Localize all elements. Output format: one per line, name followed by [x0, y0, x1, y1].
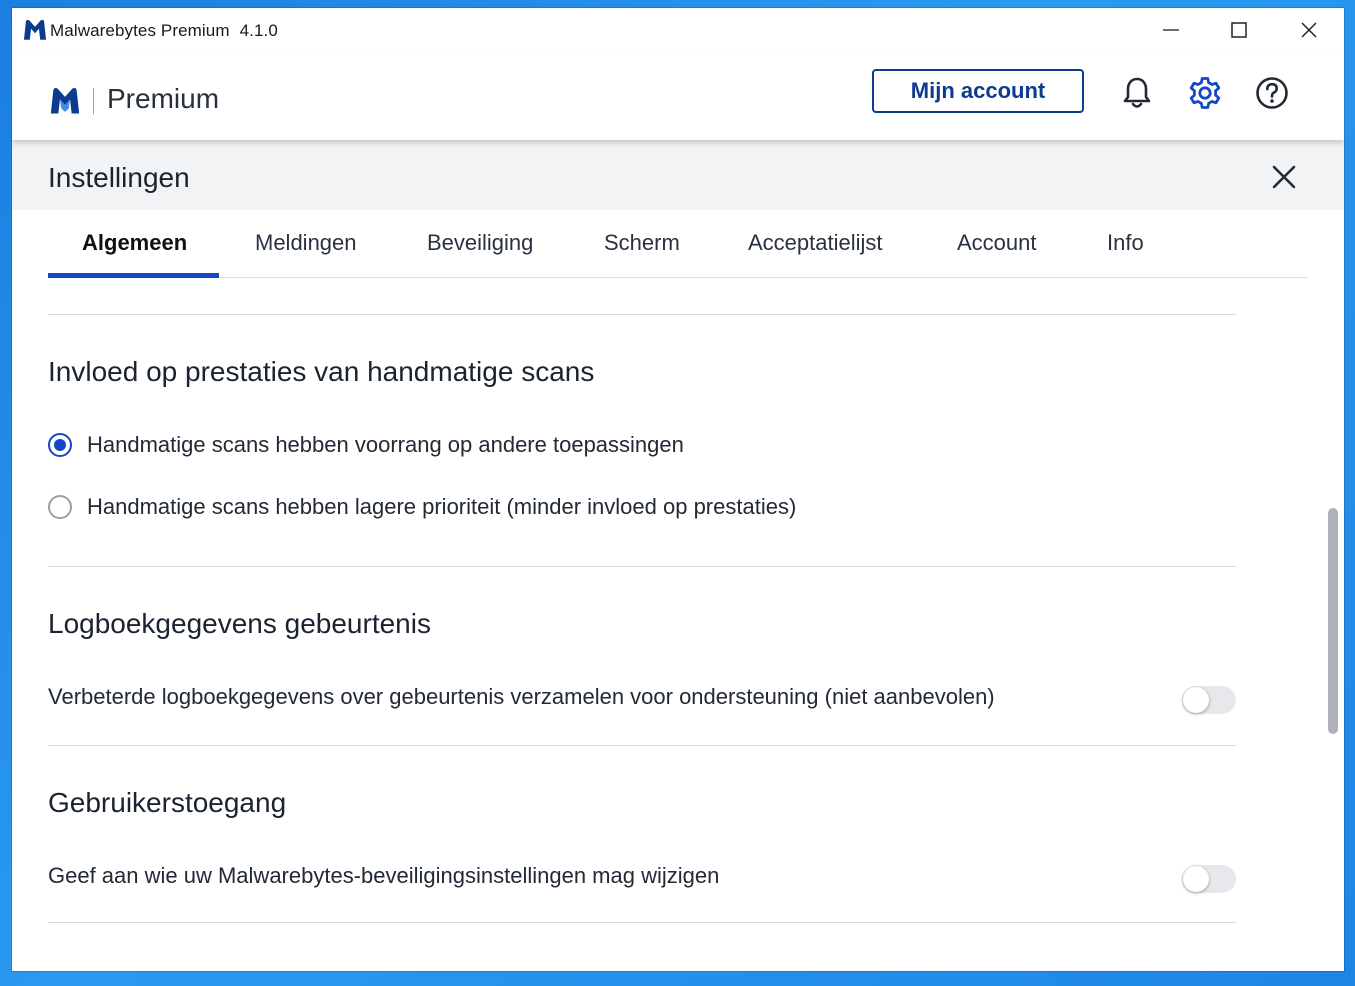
toggle-knob — [1183, 866, 1209, 892]
logging-setting-label: Verbeterde logboekgegevens over gebeurte… — [48, 684, 995, 709]
window-close-button[interactable] — [1276, 8, 1342, 52]
section-title-user-access: Gebruikerstoegang — [48, 787, 287, 818]
minimize-button[interactable] — [1138, 8, 1204, 52]
radio-button-selected[interactable] — [48, 433, 72, 457]
bell-icon — [1123, 77, 1151, 108]
help-icon — [1256, 77, 1288, 109]
my-account-button[interactable]: Mijn account — [872, 69, 1084, 113]
settings-tabs: Algemeen Meldingen Beveiliging Scherm Ac… — [48, 210, 1308, 278]
maximize-icon — [1231, 22, 1247, 38]
gear-icon — [1189, 77, 1221, 109]
radio-option-priority-high[interactable]: Handmatige scans hebben voorrang op ande… — [48, 430, 684, 460]
tab-acceptatielijst[interactable]: Acceptatielijst — [748, 230, 883, 256]
user-access-toggle[interactable] — [1182, 865, 1236, 893]
title-bar[interactable]: Malwarebytes Premium 4.1.0 — [12, 8, 1344, 52]
help-button[interactable] — [1255, 76, 1289, 110]
logging-toggle[interactable] — [1182, 686, 1236, 714]
section-divider — [48, 922, 1236, 923]
app-window: Malwarebytes Premium 4.1.0 Premium Mijn a… — [12, 8, 1344, 971]
malwarebytes-logo-icon — [50, 87, 80, 114]
tab-algemeen[interactable]: Algemeen — [82, 230, 187, 256]
maximize-button[interactable] — [1206, 8, 1272, 52]
section-title-logging: Logboekgegevens gebeurtenis — [48, 608, 431, 639]
minimize-icon — [1163, 29, 1179, 31]
product-name: Premium — [107, 83, 220, 114]
radio-button[interactable] — [48, 495, 72, 519]
window-title: Malwarebytes Premium 4.1.0 — [50, 21, 278, 40]
close-icon — [1301, 22, 1317, 38]
settings-content[interactable]: Invloed op prestaties van handmatige sca… — [12, 278, 1322, 971]
toggle-knob — [1183, 687, 1209, 713]
section-divider — [48, 314, 1236, 315]
section-divider — [48, 566, 1236, 567]
tab-account[interactable]: Account — [957, 230, 1037, 256]
tab-meldingen[interactable]: Meldingen — [255, 230, 357, 256]
user-access-setting-label: Geef aan wie uw Malwarebytes-beveiliging… — [48, 863, 720, 888]
header-separator — [93, 88, 94, 114]
settings-header: Instellingen — [12, 140, 1344, 210]
settings-button[interactable] — [1188, 76, 1222, 110]
section-title-next-cut-off — [48, 964, 198, 971]
notifications-button[interactable] — [1120, 76, 1154, 110]
section-divider — [48, 745, 1236, 746]
malwarebytes-logo-icon — [23, 19, 47, 40]
content-scrollbar[interactable] — [1328, 508, 1338, 734]
radio-label: Handmatige scans hebben lagere prioritei… — [87, 494, 797, 519]
tab-beveiliging[interactable]: Beveiliging — [427, 230, 533, 256]
section-title-performance: Invloed op prestaties van handmatige sca… — [48, 356, 595, 387]
radio-label: Handmatige scans hebben voorrang op ande… — [87, 432, 684, 457]
radio-option-priority-low[interactable]: Handmatige scans hebben lagere prioritei… — [48, 492, 796, 522]
window-version: 4.1.0 — [239, 21, 278, 40]
close-icon[interactable] — [1270, 163, 1298, 191]
tab-scherm[interactable]: Scherm — [604, 230, 680, 256]
settings-title: Instellingen — [48, 162, 190, 193]
tab-info[interactable]: Info — [1107, 230, 1144, 256]
